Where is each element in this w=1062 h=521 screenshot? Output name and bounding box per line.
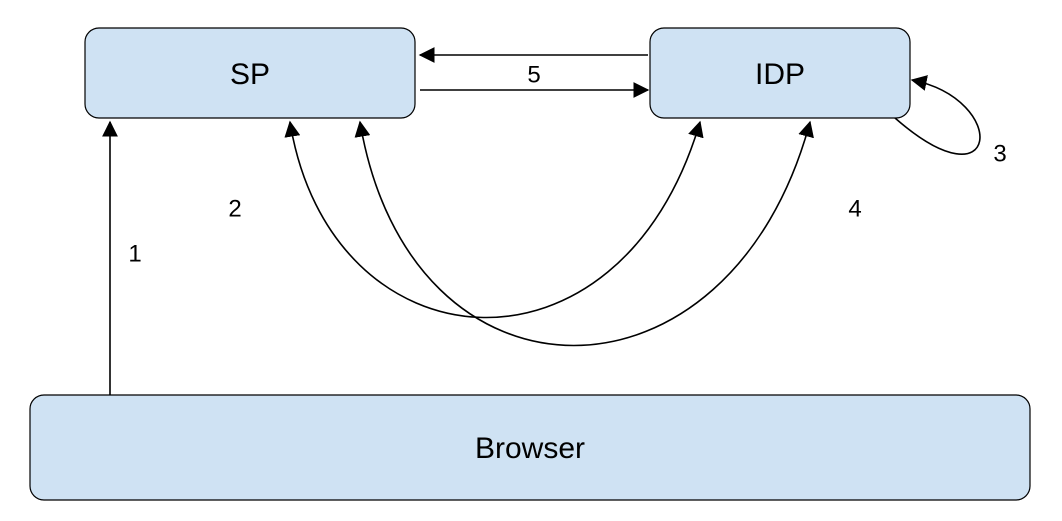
edge-2-label: 2 [228, 195, 241, 222]
node-browser-label: Browser [475, 432, 585, 465]
edge-5: 5 [420, 55, 648, 90]
edge-1: 1 [110, 122, 142, 395]
edge-4: 4 [360, 122, 862, 346]
edge-3-label: 3 [993, 140, 1006, 167]
node-sp-label: SP [230, 58, 270, 91]
saml-flow-diagram: SP IDP Browser 1 2 4 3 5 [0, 0, 1062, 521]
node-idp: IDP [650, 28, 910, 118]
edge-4-label: 4 [848, 195, 861, 222]
node-browser: Browser [30, 395, 1030, 500]
edge-1-label: 1 [128, 240, 141, 267]
node-sp: SP [85, 28, 415, 118]
edge-3: 3 [895, 80, 1007, 167]
edge-5-label: 5 [527, 61, 540, 88]
edge-2: 2 [228, 122, 700, 317]
node-idp-label: IDP [755, 58, 805, 91]
